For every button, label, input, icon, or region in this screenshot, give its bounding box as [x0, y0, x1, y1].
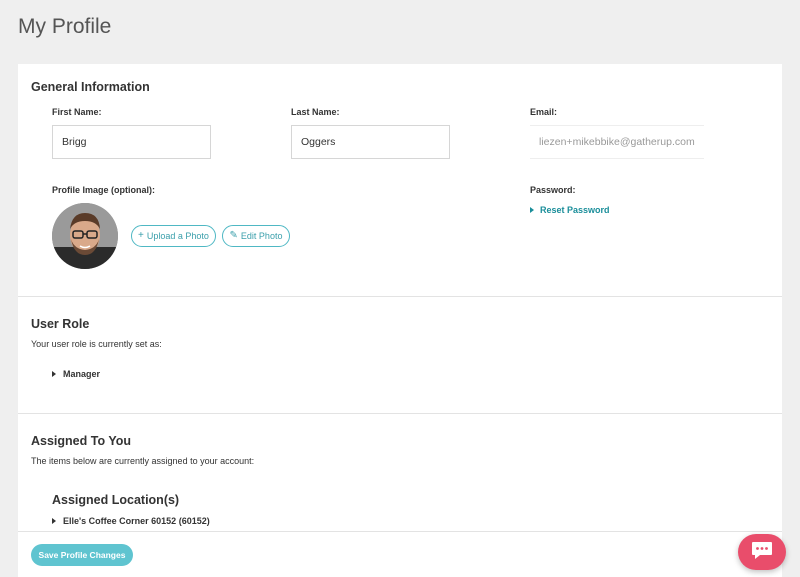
- location-item: Elle's Coffee Corner 60152 (60152): [52, 516, 210, 526]
- section-divider: [18, 296, 782, 297]
- email-field: [530, 125, 704, 159]
- user-role-heading: User Role: [31, 317, 90, 331]
- footer-divider: [18, 531, 782, 532]
- plus-icon: +: [138, 230, 144, 241]
- edit-photo-button[interactable]: ✎ Edit Photo: [222, 225, 290, 247]
- user-role-description: Your user role is currently set as:: [31, 339, 162, 349]
- email-label: Email:: [530, 107, 558, 117]
- assigned-locations-heading: Assigned Location(s): [52, 493, 180, 507]
- caret-right-icon: [52, 371, 56, 377]
- last-name-label: Last Name:: [291, 107, 340, 117]
- avatar: [52, 203, 118, 269]
- assigned-description: The items below are currently assigned t…: [31, 456, 255, 466]
- caret-right-icon: [52, 518, 56, 524]
- user-role-value: Manager: [63, 369, 101, 379]
- upload-photo-button[interactable]: + Upload a Photo: [131, 225, 216, 247]
- reset-password-link[interactable]: Reset Password: [530, 205, 610, 215]
- chat-bubble-icon: [751, 541, 773, 564]
- edit-photo-label: Edit Photo: [240, 231, 283, 241]
- save-profile-button[interactable]: Save Profile Changes: [31, 544, 133, 566]
- first-name-label: First Name:: [52, 107, 102, 117]
- user-role-item: Manager: [52, 369, 100, 379]
- caret-right-icon: [530, 207, 534, 213]
- pencil-icon: ✎: [229, 230, 238, 241]
- page-title: My Profile: [18, 15, 112, 38]
- last-name-input[interactable]: [291, 125, 450, 159]
- password-label: Password:: [530, 185, 576, 195]
- profile-card: General Information First Name: Last Nam…: [18, 64, 782, 577]
- reset-password-label: Reset Password: [540, 205, 610, 215]
- assigned-heading: Assigned To You: [31, 434, 132, 448]
- upload-photo-label: Upload a Photo: [146, 231, 209, 241]
- general-information-heading: General Information: [31, 80, 150, 94]
- location-label: Elle's Coffee Corner 60152 (60152): [63, 516, 210, 526]
- first-name-input[interactable]: [52, 125, 211, 159]
- chat-button[interactable]: [738, 534, 786, 570]
- profile-image-label: Profile Image (optional):: [52, 185, 156, 195]
- section-divider: [18, 413, 782, 414]
